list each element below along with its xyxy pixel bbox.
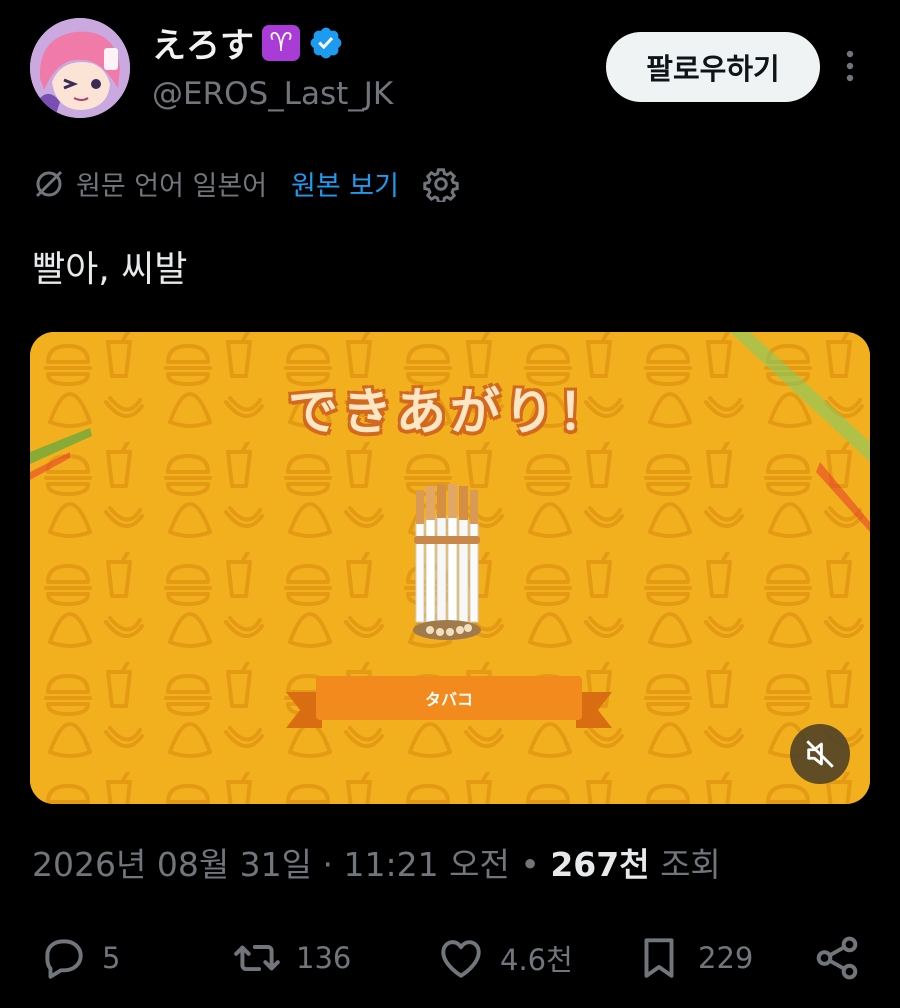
repost-icon (234, 944, 280, 972)
view-original-link[interactable]: 원본 보기 (291, 164, 399, 203)
bookmark-count: 229 (698, 941, 754, 975)
reply-count: 5 (102, 941, 121, 975)
translation-row: 원문 언어 일본어 원본 보기 (32, 164, 459, 203)
aries-badge: ♈ (262, 24, 300, 61)
source-language-label: 원문 언어 일본어 (76, 171, 268, 202)
meta-bullet: • (520, 845, 540, 884)
repost-count: 136 (296, 941, 352, 975)
speaker-muted-icon (806, 740, 834, 768)
display-name[interactable]: えろす (152, 18, 254, 67)
tweet-actions: 5 136 4.6천 229 (0, 928, 900, 988)
tweet-meta: 2026년 08월 31일 · 11:21 오전 • 267천 조회 (32, 838, 721, 886)
share-icon (816, 936, 858, 980)
meta-separator: · (322, 845, 334, 884)
views-label: 조회 (660, 845, 721, 884)
reply-button[interactable]: 5 (38, 928, 120, 988)
media-title: できあがり！ (288, 383, 612, 441)
follow-button[interactable]: 팔로우하기 (606, 32, 820, 102)
like-button[interactable]: 4.6천 (436, 928, 573, 988)
share-button[interactable] (812, 928, 862, 988)
like-count: 4.6천 (500, 943, 573, 977)
heart-icon (441, 940, 481, 978)
display-name-row[interactable]: えろす ♈ (152, 18, 344, 67)
repost-button[interactable]: 136 (232, 928, 351, 988)
tweet-text: 빨아, 씨발 (32, 249, 188, 290)
more-options-icon[interactable] (836, 46, 864, 86)
gear-icon[interactable] (423, 166, 459, 202)
mute-toggle-button[interactable] (790, 724, 850, 784)
reply-icon (45, 939, 83, 979)
tweet-date[interactable]: 2026년 08월 31일 (32, 845, 312, 884)
verified-badge-icon (310, 27, 342, 58)
bookmark-icon (644, 938, 674, 978)
avatar[interactable] (30, 18, 130, 118)
bookmark-button[interactable]: 229 (634, 928, 753, 988)
cigarette-bundle (413, 484, 481, 640)
item-label: タバコ (424, 690, 473, 709)
tweet-time[interactable]: 11:21 오전 (344, 845, 510, 884)
translate-icon (35, 170, 63, 197)
views-count: 267천 (550, 845, 650, 884)
tweet-header: えろす ♈ @EROS_Last_JK 팔로우하기 (0, 0, 900, 140)
handle[interactable]: @EROS_Last_JK (152, 76, 393, 112)
